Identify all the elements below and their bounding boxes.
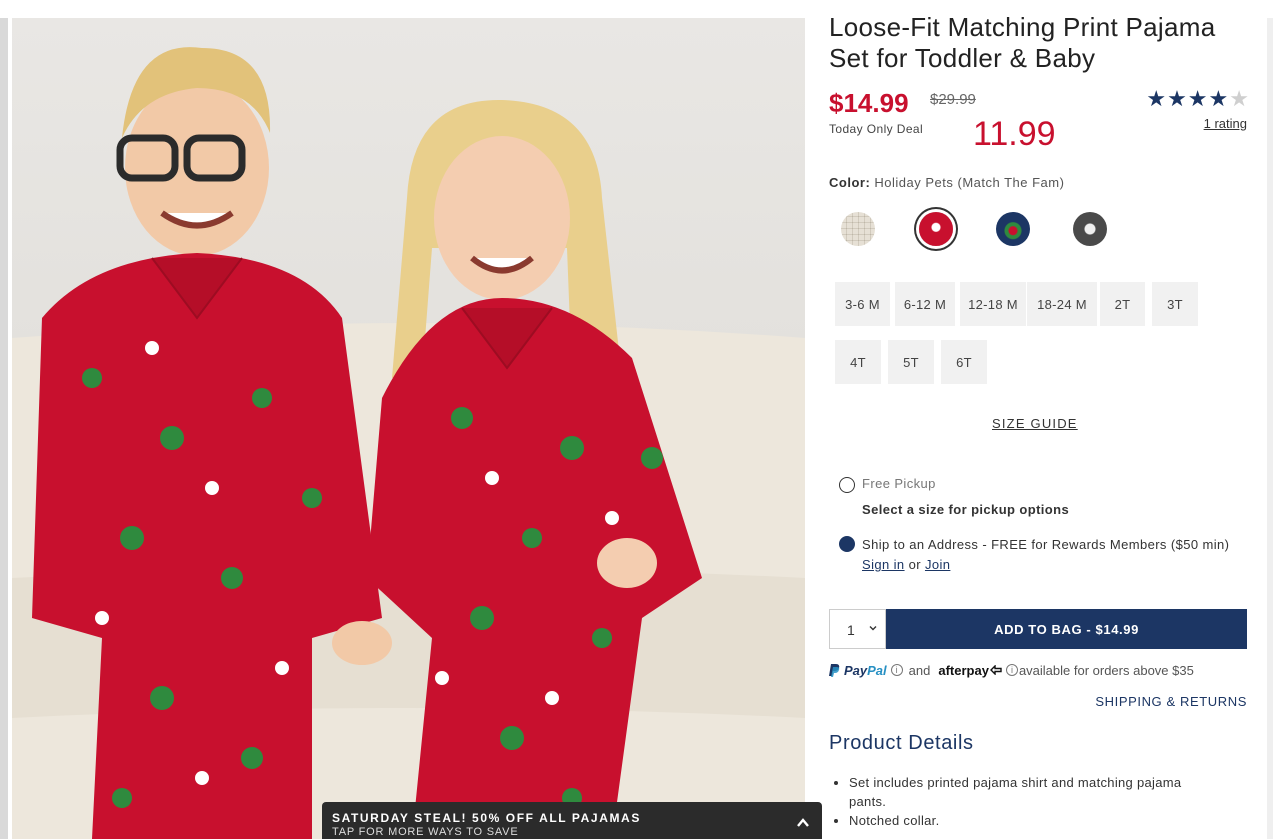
rating-stars[interactable]: ★ ★ ★ ★ ★ <box>1146 87 1249 111</box>
info-icon[interactable]: i <box>890 664 903 676</box>
star-icon: ★ <box>1208 86 1229 111</box>
payment-options: PayPal i and afterpay i available for or… <box>829 661 1249 679</box>
afterpay-wordmark: afterpay <box>938 662 989 678</box>
add-to-bag-button[interactable]: ADD TO BAG - $14.99 <box>886 609 1247 649</box>
join-link[interactable]: Join <box>925 557 950 572</box>
shipping-returns-link[interactable]: SHIPPING & RETURNS <box>1095 694 1247 709</box>
quantity-value: 1 <box>847 622 855 638</box>
and-text: and <box>908 662 931 678</box>
sale-price: $14.99 <box>829 88 909 118</box>
list-item: Set includes printed pajama shirt and ma… <box>849 773 1219 811</box>
ship-label: Ship to an Address - FREE for Rewards Me… <box>862 537 1230 552</box>
star-icon: ★ <box>1167 86 1187 111</box>
product-details-list: Set includes printed pajama shirt and ma… <box>849 773 1219 830</box>
chevron-up-icon[interactable] <box>796 816 810 830</box>
ship-radio[interactable] <box>839 536 855 552</box>
sign-in-link[interactable]: Sign in <box>862 557 905 572</box>
star-icon: ★ <box>1146 86 1167 111</box>
size-guide-link[interactable]: SIZE GUIDE <box>992 416 1078 431</box>
pickup-label: Free Pickup <box>862 476 936 491</box>
rating-count-link[interactable]: 1 rating <box>1204 116 1247 131</box>
or-text: or <box>908 557 921 572</box>
size-option-6t[interactable]: 6T <box>941 340 987 384</box>
left-scroll-rail <box>0 18 8 839</box>
paypal-wordmark-pay: Pay <box>844 662 868 678</box>
paypal-wordmark-pal: Pal <box>867 662 887 678</box>
ship-option-text: Ship to an Address - FREE for Rewards Me… <box>862 535 1247 575</box>
product-info-panel: Loose-Fit Matching Print Pajama Set for … <box>829 0 1249 839</box>
swatch-plaid-cream[interactable] <box>841 212 875 246</box>
info-icon[interactable]: i <box>1005 664 1018 676</box>
star-icon: ★ <box>1187 86 1208 111</box>
original-price: $29.99 <box>930 91 976 108</box>
star-empty-icon: ★ <box>1229 86 1249 111</box>
list-item: Notched collar. <box>849 811 1219 830</box>
deal-label: Today Only Deal <box>829 122 924 136</box>
product-photo-illustration <box>12 47 805 839</box>
swatch-gray-print[interactable] <box>1073 212 1107 246</box>
payment-note: available for orders above $35 <box>1018 662 1194 678</box>
swatch-holiday-pets-red[interactable] <box>919 212 953 246</box>
pickup-note: Select a size for pickup options <box>862 502 1070 517</box>
size-option-2t[interactable]: 2T <box>1100 282 1145 326</box>
size-option-18-24m[interactable]: 18-24 M <box>1027 282 1097 326</box>
color-label: Color: Holiday Pets (Match The Fam) <box>829 175 1064 190</box>
page-scrollbar[interactable] <box>1267 18 1273 839</box>
pickup-radio[interactable] <box>839 477 855 493</box>
product-photo[interactable] <box>12 18 805 839</box>
overlay-price: 11.99 <box>973 115 1056 153</box>
promo-subline: TAP FOR MORE WAYS TO SAVE <box>332 826 519 838</box>
product-title: Loose-Fit Matching Print Pajama Set for … <box>829 12 1216 73</box>
paypal-logo-icon <box>829 663 840 677</box>
size-option-5t[interactable]: 5T <box>888 340 934 384</box>
color-label-value: Holiday Pets (Match The Fam) <box>874 175 1065 190</box>
size-option-12-18m[interactable]: 12-18 M <box>960 282 1026 326</box>
quantity-select[interactable]: 1 <box>829 609 886 649</box>
swatch-navy-holiday[interactable] <box>996 212 1030 246</box>
product-details-heading: Product Details <box>829 732 974 754</box>
size-option-4t[interactable]: 4T <box>835 340 881 384</box>
paypal-wordmark: PayPal <box>844 663 887 678</box>
chevron-down-icon <box>869 626 877 631</box>
size-option-3-6m[interactable]: 3-6 M <box>835 282 890 326</box>
afterpay-logo-icon <box>989 665 1002 675</box>
size-option-6-12m[interactable]: 6-12 M <box>895 282 955 326</box>
color-label-key: Color: <box>829 175 871 190</box>
promo-banner[interactable]: SATURDAY STEAL! 50% OFF ALL PAJAMAS TAP … <box>322 802 822 839</box>
promo-headline: SATURDAY STEAL! 50% OFF ALL PAJAMAS <box>332 811 641 825</box>
size-option-3t[interactable]: 3T <box>1152 282 1198 326</box>
